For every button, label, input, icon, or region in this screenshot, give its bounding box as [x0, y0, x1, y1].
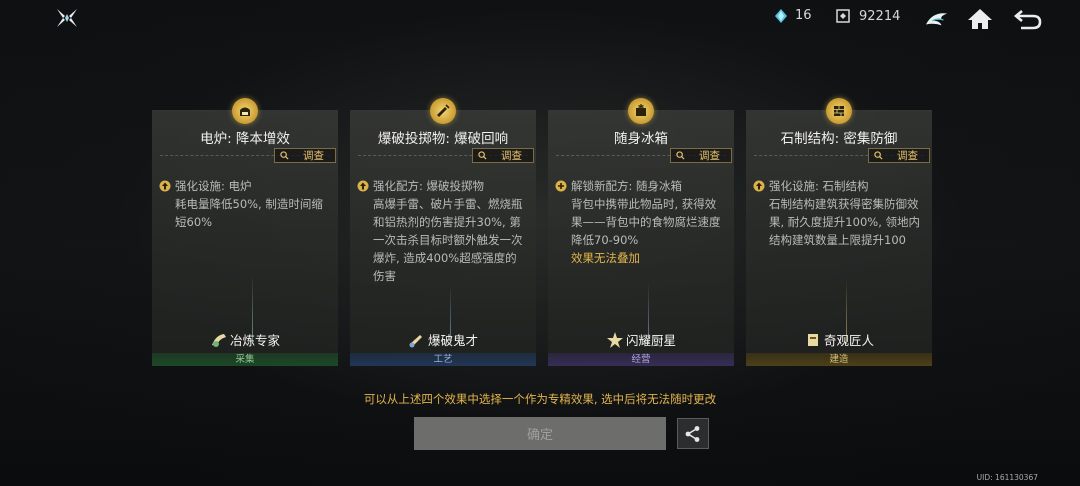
effect-card-explosive[interactable]: 爆破投掷物: 爆破回响 调查 强化配方: 爆破投掷物 高爆手雷、破片手雷、燃烧瓶…: [350, 98, 536, 366]
coin-counter: 92214: [835, 8, 900, 24]
inspect-button[interactable]: 调查: [670, 148, 732, 163]
desc-body: 高爆手雷、破片手雷、燃烧瓶和铝热剂的伤害提升30%, 第一次击杀目标时额外触发一…: [373, 197, 523, 283]
specialty-label: 爆破鬼才: [427, 333, 478, 348]
inspect-label: 调查: [897, 150, 918, 162]
inspect-button[interactable]: 调查: [274, 148, 336, 163]
user-id: UID: 161130367: [976, 473, 1038, 482]
desc-lead: 强化设施: 石制结构: [769, 179, 869, 193]
desc-body: 背包中携带此物品时, 获得效果——背包中的食物腐烂速度降低70-90%: [571, 197, 721, 247]
card-title: 电炉: 降本增效: [200, 131, 290, 147]
specialty-name: 冶炼专家: [152, 330, 338, 349]
demolition-icon: [409, 334, 422, 347]
category-bar: 工艺: [350, 353, 536, 366]
specialty-label: 冶炼专家: [229, 333, 280, 348]
category-bar: 经营: [548, 353, 734, 366]
stone-structure-icon: [826, 98, 852, 124]
icebox-icon: [628, 98, 654, 124]
inspect-button[interactable]: 调查: [868, 148, 930, 163]
desc-body: 石制结构建筑获得密集防御效果, 耐久度提升100%, 领地内结构建筑数量上限提升…: [769, 197, 920, 247]
specialty-label: 奇观匠人: [823, 333, 874, 348]
gem-count: 16: [795, 8, 812, 23]
card-description: 强化设施: 电炉 耗电量降低50%, 制造时间缩短60%: [159, 177, 330, 231]
home-icon[interactable]: [965, 5, 995, 33]
card-title: 石制结构: 密集防御: [780, 131, 898, 147]
category-bar: 采集: [152, 353, 338, 366]
artisan-icon: [807, 333, 818, 346]
gem-icon: [775, 8, 787, 23]
chef-star-icon: [606, 331, 623, 348]
back-arrow-icon[interactable]: [1013, 5, 1043, 33]
card-description: 解锁新配方: 随身冰箱 背包中携带此物品时, 获得效果——背包中的食物腐烂速度降…: [555, 177, 726, 267]
coin-icon: [836, 9, 850, 23]
crossed-blades-icon[interactable]: [55, 7, 79, 29]
upgrade-arrow-icon: [357, 180, 369, 192]
furnace-icon: [232, 98, 258, 124]
desc-lead: 强化配方: 爆破投掷物: [373, 179, 485, 193]
inspect-label: 调查: [501, 150, 522, 162]
inspect-button[interactable]: 调查: [472, 148, 534, 163]
explosive-icon: [430, 98, 456, 124]
desc-lead: 强化设施: 电炉: [175, 179, 252, 193]
unlock-icon: [555, 180, 567, 192]
share-icon: [685, 425, 700, 442]
gem-counter: 16: [775, 8, 812, 23]
upgrade-arrow-icon: [753, 180, 765, 192]
effect-card-furnace[interactable]: 电炉: 降本增效 调查 强化设施: 电炉 耗电量降低50%, 制造时间缩短60%…: [152, 98, 338, 366]
selection-hint: 可以从上述四个效果中选择一个作为专精效果, 选中后将无法随时更改: [363, 392, 717, 406]
specialty-name: 爆破鬼才: [350, 330, 536, 349]
specialty-name: 奇观匠人: [746, 330, 932, 349]
desc-warning: 效果无法叠加: [571, 251, 640, 265]
specialty-name: 闪耀厨星: [548, 330, 734, 349]
inspect-label: 调查: [303, 150, 324, 162]
search-icon: [478, 151, 487, 160]
effect-card-stone-structure[interactable]: 石制结构: 密集防御 调查 强化设施: 石制结构 石制结构建筑获得密集防御效果,…: [746, 98, 932, 366]
confirm-button[interactable]: 确定: [414, 417, 666, 450]
inspect-label: 调查: [699, 150, 720, 162]
search-icon: [280, 151, 289, 160]
card-description: 强化设施: 石制结构 石制结构建筑获得密集防御效果, 耐久度提升100%, 领地…: [753, 177, 924, 249]
upgrade-arrow-icon: [159, 180, 171, 192]
card-title: 随身冰箱: [614, 131, 668, 147]
coin-count: 92214: [859, 8, 901, 24]
desc-body: 耗电量降低50%, 制造时间缩短60%: [175, 197, 323, 229]
card-description: 强化配方: 爆破投掷物 高爆手雷、破片手雷、燃烧瓶和铝热剂的伤害提升30%, 第…: [357, 177, 528, 285]
dragon-icon[interactable]: [922, 5, 952, 33]
desc-lead: 解锁新配方: 随身冰箱: [571, 179, 683, 193]
search-icon: [874, 151, 883, 160]
smelting-icon: [211, 333, 226, 347]
category-bar: 建造: [746, 353, 932, 366]
specialty-label: 闪耀厨星: [625, 333, 676, 348]
share-button[interactable]: [677, 418, 709, 449]
effect-card-icebox[interactable]: 随身冰箱 调查 解锁新配方: 随身冰箱 背包中携带此物品时, 获得效果——背包中…: [548, 98, 734, 366]
card-title: 爆破投掷物: 爆破回响: [377, 131, 509, 147]
search-icon: [676, 151, 685, 160]
